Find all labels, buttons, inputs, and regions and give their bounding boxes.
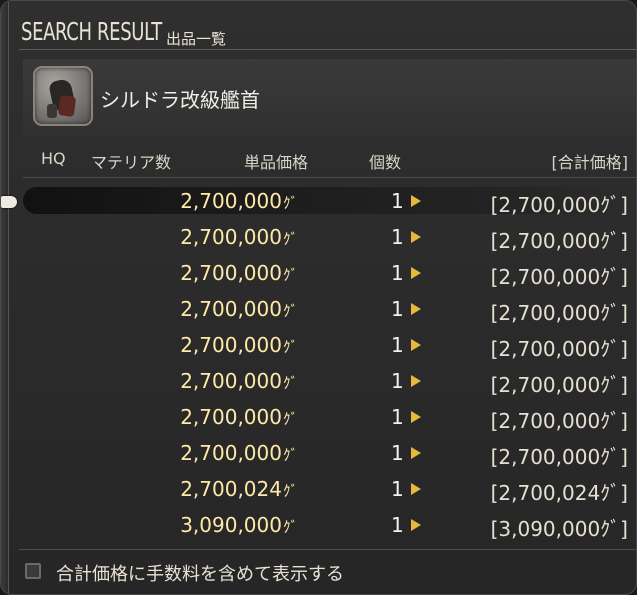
gil-symbol: ｸﾞ bbox=[282, 302, 298, 320]
play-arrow-icon[interactable] bbox=[411, 411, 421, 423]
listing-row[interactable]: 2,700,024ｸﾞ 1 [2,700,024ｸﾞ] bbox=[23, 471, 636, 507]
total-price: [2,700,000ｸﾞ] bbox=[490, 229, 628, 253]
unit-price: 3,090,000ｸﾞ bbox=[180, 513, 298, 537]
gil-symbol: ｸﾞ bbox=[282, 410, 298, 428]
column-header-hq[interactable]: HQ bbox=[41, 149, 66, 168]
play-arrow-icon[interactable] bbox=[411, 447, 421, 459]
play-arrow-icon[interactable] bbox=[411, 483, 421, 495]
gil-symbol: ｸﾞ bbox=[282, 194, 298, 212]
title-divider bbox=[19, 49, 636, 50]
quantity: 1 bbox=[391, 297, 404, 321]
item-name: シルドラ改級艦首 bbox=[100, 88, 260, 112]
unit-price: 2,700,024ｸﾞ bbox=[180, 477, 298, 501]
column-header-unit-price[interactable]: 単品価格 bbox=[244, 149, 308, 173]
gil-symbol: ｸﾞ bbox=[282, 338, 298, 356]
total-price: [2,700,000ｸﾞ] bbox=[490, 265, 628, 289]
window-left-frame bbox=[1, 1, 9, 594]
unit-price: 2,700,000ｸﾞ bbox=[180, 333, 298, 357]
total-price: [2,700,000ｸﾞ] bbox=[490, 301, 628, 325]
play-arrow-icon[interactable] bbox=[411, 519, 421, 531]
column-header-total[interactable]: [合計価格] bbox=[552, 149, 629, 173]
column-headers: HQ マテリア数 単品価格 個数 [合計価格] bbox=[23, 145, 636, 173]
total-price: [3,090,000ｸﾞ] bbox=[490, 517, 628, 541]
play-arrow-icon[interactable] bbox=[411, 195, 421, 207]
listing-row[interactable]: 2,700,000ｸﾞ 1 [2,700,000ｸﾞ] bbox=[23, 363, 636, 399]
total-price: [2,700,000ｸﾞ] bbox=[490, 373, 628, 397]
total-price: [2,700,000ｸﾞ] bbox=[490, 409, 628, 433]
listing-row[interactable]: 3,090,000ｸﾞ 1 [3,090,000ｸﾞ] bbox=[23, 507, 636, 543]
listing-row[interactable]: 2,700,000ｸﾞ 1 [2,700,000ｸﾞ] bbox=[23, 327, 636, 363]
quantity: 1 bbox=[391, 441, 404, 465]
window-title: SEARCH RESULT bbox=[21, 17, 162, 46]
gil-symbol: ｸﾞ bbox=[282, 482, 298, 500]
total-price: [2,700,000ｸﾞ] bbox=[490, 337, 628, 361]
unit-price: 2,700,000ｸﾞ bbox=[180, 261, 298, 285]
column-header-materia[interactable]: マテリア数 bbox=[91, 149, 171, 173]
quantity: 1 bbox=[391, 477, 404, 501]
include-fee-label[interactable]: 合計価格に手数料を含めて表示する bbox=[56, 560, 344, 586]
play-arrow-icon[interactable] bbox=[411, 267, 421, 279]
listing-row[interactable]: 2,700,000ｸﾞ 1 [2,700,000ｸﾞ] bbox=[23, 291, 636, 327]
item-header-panel: シルドラ改級艦首 bbox=[23, 59, 636, 136]
listing-row[interactable]: 2,700,000ｸﾞ 1 [2,700,000ｸﾞ] bbox=[23, 219, 636, 255]
pointer-cursor-icon bbox=[1, 196, 17, 208]
include-fee-checkbox[interactable] bbox=[25, 563, 41, 579]
listing-table: 2,700,000ｸﾞ 1 [2,700,000ｸﾞ] 2,700,000ｸﾞ 1 [2,… bbox=[23, 183, 636, 543]
listing-row[interactable]: 2,700,000ｸﾞ 1 [2,700,000ｸﾞ] bbox=[23, 255, 636, 291]
unit-price: 2,700,000ｸﾞ bbox=[180, 405, 298, 429]
footer-divider bbox=[19, 549, 636, 550]
total-price: [2,700,024ｸﾞ] bbox=[490, 481, 628, 505]
quantity: 1 bbox=[391, 225, 404, 249]
listing-row[interactable]: 2,700,000ｸﾞ 1 [2,700,000ｸﾞ] bbox=[23, 183, 636, 219]
gil-symbol: ｸﾞ bbox=[282, 374, 298, 392]
unit-price: 2,700,000ｸﾞ bbox=[180, 369, 298, 393]
play-arrow-icon[interactable] bbox=[411, 303, 421, 315]
header-divider bbox=[23, 177, 636, 178]
listing-row[interactable]: 2,700,000ｸﾞ 1 [2,700,000ｸﾞ] bbox=[23, 399, 636, 435]
quantity: 1 bbox=[391, 261, 404, 285]
ship-bow-item-icon[interactable] bbox=[33, 66, 93, 126]
unit-price: 2,700,000ｸﾞ bbox=[180, 225, 298, 249]
search-result-window: SEARCH RESULT 出品一覧 シルドラ改級艦首 HQ マテリア数 単品価… bbox=[0, 0, 637, 595]
column-header-quantity[interactable]: 個数 bbox=[369, 149, 401, 173]
gil-symbol: ｸﾞ bbox=[282, 518, 298, 536]
footer: 合計価格に手数料を含めて表示する bbox=[25, 559, 636, 587]
play-arrow-icon[interactable] bbox=[411, 375, 421, 387]
quantity: 1 bbox=[391, 189, 404, 213]
total-price: [2,700,000ｸﾞ] bbox=[490, 193, 628, 217]
unit-price: 2,700,000ｸﾞ bbox=[180, 297, 298, 321]
quantity: 1 bbox=[391, 405, 404, 429]
play-arrow-icon[interactable] bbox=[411, 231, 421, 243]
play-arrow-icon[interactable] bbox=[411, 339, 421, 351]
quantity: 1 bbox=[391, 369, 404, 393]
quantity: 1 bbox=[391, 333, 404, 357]
quantity: 1 bbox=[391, 513, 404, 537]
total-price: [2,700,000ｸﾞ] bbox=[490, 445, 628, 469]
window-subtitle: 出品一覧 bbox=[166, 30, 227, 48]
unit-price: 2,700,000ｸﾞ bbox=[180, 189, 298, 213]
gil-symbol: ｸﾞ bbox=[282, 446, 298, 464]
gil-symbol: ｸﾞ bbox=[282, 266, 298, 284]
gil-symbol: ｸﾞ bbox=[282, 230, 298, 248]
unit-price: 2,700,000ｸﾞ bbox=[180, 441, 298, 465]
listing-row[interactable]: 2,700,000ｸﾞ 1 [2,700,000ｸﾞ] bbox=[23, 435, 636, 471]
